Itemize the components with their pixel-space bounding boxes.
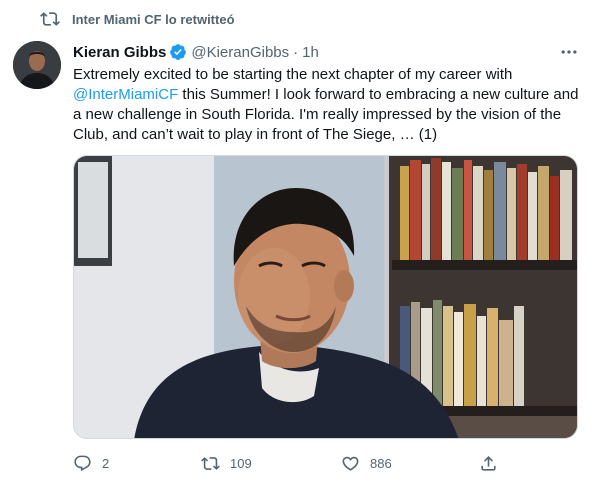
more-options-button[interactable] xyxy=(557,40,581,64)
tweet-text-line: Extremely excited to be starting the nex… xyxy=(73,66,513,83)
reply-button[interactable]: 2 xyxy=(73,452,109,474)
retweet-count: 109 xyxy=(230,455,252,471)
tweet-actions: 2 109 886 xyxy=(73,452,503,474)
author-handle[interactable]: @KieranGibbs xyxy=(191,44,289,61)
reply-icon xyxy=(74,455,91,471)
tweet-text-line: a new challenge in South Florida. I'm re… xyxy=(73,106,562,123)
tweet-text: Extremely excited to be starting the nex… xyxy=(73,65,583,145)
like-count: 886 xyxy=(370,455,392,471)
tweet-text-line: Club, and can’t wait to play in front of… xyxy=(73,126,438,143)
retweet-button[interactable]: 109 xyxy=(201,452,252,474)
tweet-photo[interactable] xyxy=(73,155,578,439)
avatar[interactable] xyxy=(13,41,61,89)
tweet-timestamp[interactable]: 1h xyxy=(302,44,319,61)
like-button[interactable]: 886 xyxy=(341,452,392,474)
tweet-card[interactable]: Inter Miami CF lo retwitteó Kieran Gibbs… xyxy=(0,0,595,494)
separator-dot: · xyxy=(293,43,299,61)
reply-count: 2 xyxy=(102,455,110,471)
retweet-context[interactable]: Inter Miami CF lo retwitteó xyxy=(40,9,235,29)
retweet-icon xyxy=(201,456,220,470)
tweet-text-line: @InterMiamiCF this Summer! I look forwar… xyxy=(73,85,583,105)
more-options-icon xyxy=(561,50,577,54)
author-name[interactable]: Kieran Gibbs xyxy=(73,44,166,61)
tweet-header: Kieran Gibbs @KieranGibbs · 1h xyxy=(73,42,319,62)
mention-link[interactable]: @InterMiamiCF xyxy=(73,86,178,103)
verified-badge-icon xyxy=(170,44,187,60)
share-icon xyxy=(481,455,496,471)
heart-icon xyxy=(342,456,359,471)
tweet-text-fragment: this Summer! I look forward to embracing… xyxy=(178,86,579,103)
retweet-icon xyxy=(40,12,60,26)
share-button[interactable] xyxy=(479,452,508,474)
retweet-label: Inter Miami CF lo retwitteó xyxy=(72,11,235,27)
